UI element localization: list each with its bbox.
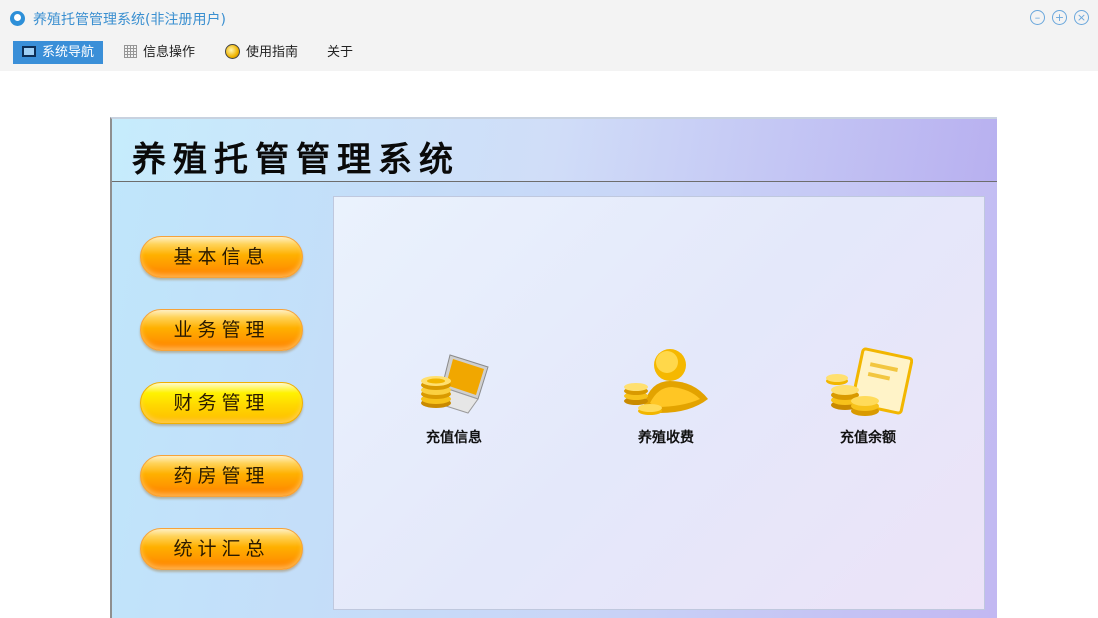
title-bar: 养殖托管管理系统(非注册用户) – + ×	[0, 0, 1098, 38]
main-frame: 养殖托管管理系统 基本信息 业务管理 财务管理 药房管理 统计汇总 充值信息 养…	[110, 117, 997, 618]
pharmacy-management-button[interactable]: 药房管理	[140, 455, 303, 497]
page-title: 养殖托管管理系统	[132, 140, 460, 180]
monitor-icon	[22, 46, 36, 57]
guide-icon	[225, 44, 240, 59]
recharge-balance-tile[interactable]: 充值余额	[808, 347, 928, 447]
menu-item-label: 关于	[327, 45, 354, 60]
menu-item-label: 系统导航	[42, 45, 95, 60]
coin-person-icon	[624, 349, 708, 415]
basic-info-button[interactable]: 基本信息	[140, 236, 303, 278]
app-icon	[10, 11, 25, 26]
menu-item-label: 使用指南	[246, 45, 299, 60]
minimize-icon[interactable]: –	[1030, 10, 1045, 25]
close-icon[interactable]: ×	[1074, 10, 1089, 25]
menu-item-system-nav[interactable]: 系统导航	[13, 41, 103, 64]
menu-item-info-ops[interactable]: 信息操作	[124, 41, 195, 64]
statistics-summary-button[interactable]: 统计汇总	[140, 528, 303, 570]
recharge-info-tile[interactable]: 充值信息	[394, 347, 514, 447]
window-title: 养殖托管管理系统(非注册用户)	[33, 12, 226, 28]
breeding-fee-tile[interactable]: 养殖收费	[606, 347, 726, 447]
business-management-button[interactable]: 业务管理	[140, 309, 303, 351]
menu-bar: 系统导航 信息操作 使用指南 关于	[0, 38, 1098, 71]
menu-item-user-guide[interactable]: 使用指南	[225, 41, 298, 64]
tile-label: 充值余额	[840, 430, 896, 446]
laptop-coins-icon	[421, 354, 489, 414]
tile-label: 养殖收费	[638, 430, 694, 446]
menu-item-about[interactable]: 关于	[327, 41, 353, 64]
grid-icon	[124, 45, 137, 58]
menu-item-label: 信息操作	[143, 45, 196, 60]
finance-management-button[interactable]: 财务管理	[140, 382, 303, 424]
header-banner: 养殖托管管理系统	[112, 119, 997, 182]
coin-card-icon	[826, 347, 913, 416]
maximize-icon[interactable]: +	[1052, 10, 1067, 25]
tile-label: 充值信息	[426, 430, 482, 446]
content-panel: 充值信息 养殖收费 充值余额	[333, 196, 985, 610]
